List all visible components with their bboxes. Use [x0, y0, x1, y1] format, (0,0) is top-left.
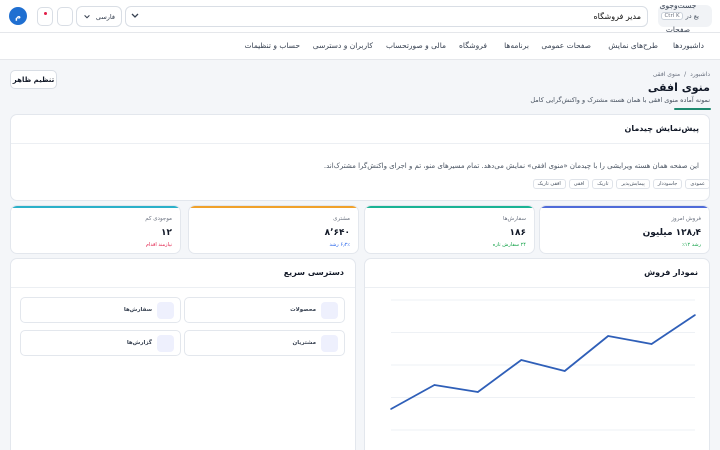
chip-horizontal[interactable]: افقی	[568, 179, 590, 189]
divider	[11, 287, 355, 288]
notifications-button[interactable]	[37, 7, 53, 26]
sales-point	[563, 370, 566, 372]
stat-card-low-stock: موجودی کم ۱۲ نیازمند اقدام	[10, 205, 181, 254]
box-icon	[321, 302, 338, 319]
quick-tile-reports[interactable]: گزارش‌ها	[20, 330, 181, 356]
nav-item-layouts[interactable]: طرح‌های نمایش	[608, 41, 658, 50]
sales-series-line	[390, 314, 696, 410]
sales-line-chart	[390, 299, 696, 431]
stat-sub: ۶٫۲٪ رشد	[329, 242, 350, 248]
nav-item-finance[interactable]: مالی و صورتحساب	[386, 41, 446, 50]
chip-dark[interactable]: تاریک	[592, 179, 614, 189]
stat-label: مشتری	[333, 216, 350, 222]
tile-label: گزارش‌ها	[126, 340, 152, 346]
quick-access-card: دسترسی سریع محصولات سفارش‌ها مشتریان گزا…	[10, 258, 356, 450]
sales-point	[694, 314, 696, 316]
cart-icon	[157, 302, 174, 319]
search-box[interactable]	[125, 6, 648, 27]
nav-item-shop[interactable]: فروشگاه	[459, 41, 487, 50]
notification-dot	[44, 12, 47, 15]
stat-value: ۱۸۶	[509, 228, 526, 238]
sales-point	[477, 391, 479, 393]
nav-item-users[interactable]: کاربران و دسترسی	[313, 41, 373, 50]
appearance-settings-button[interactable]: تنظیم ظاهر	[10, 70, 57, 89]
stat-sub: نیازمند اقدام	[145, 242, 172, 248]
sales-chart-card: نمودار فروش	[364, 258, 710, 450]
sales-point	[390, 408, 392, 410]
nav-item-pages[interactable]: صفحات عمومی	[541, 41, 591, 50]
chevron-down-icon[interactable]	[130, 10, 140, 22]
chevron-down-icon	[84, 14, 90, 19]
chip-vertical[interactable]: عمودی	[685, 179, 710, 189]
preview-description: این صفحه همان هسته ویرایشی را با چیدمان …	[323, 162, 699, 170]
stat-card-sales: فروش امروز ۱۲۸٫۴ میلیون رشد ۱۲٪	[539, 205, 710, 254]
nav-item-apps[interactable]: برنامه‌ها	[504, 41, 529, 50]
search-suggestion[interactable]: جست‌وجوی یع در Ctrl K صفحات	[658, 1, 712, 34]
stat-sub: ۲۴ سفارش تازه	[492, 242, 526, 248]
avatar[interactable]: م	[9, 7, 27, 25]
stat-value: ۱۲۸٫۴ میلیون	[642, 228, 701, 238]
chip-horizontal-dark[interactable]: افقی تاریک	[532, 179, 566, 189]
layout-chips: عمودی جاسوددار پیمایش‌پذیر تاریک افقی اف…	[532, 179, 710, 189]
chip-compact[interactable]: جاسوددار	[652, 179, 683, 189]
stat-label: موجودی کم	[145, 216, 172, 222]
theme-toggle-button[interactable]	[57, 7, 73, 26]
stat-value: ۱۲	[161, 228, 172, 238]
language-select[interactable]: فارسی	[76, 6, 122, 27]
sales-point	[650, 343, 653, 345]
search-input[interactable]	[147, 7, 647, 26]
language-label: فارسی	[95, 12, 115, 21]
stat-accent-bar	[365, 206, 534, 208]
sales-point	[433, 384, 436, 386]
users-icon	[321, 335, 338, 352]
report-icon	[157, 335, 174, 352]
breadcrumb-current: منوی افقی	[652, 71, 681, 78]
sales-chart-title: نمودار فروش	[644, 268, 698, 277]
title-underline	[674, 108, 711, 110]
breadcrumb-separator: /	[684, 71, 687, 78]
tile-label: محصولات	[290, 307, 316, 313]
stat-sub: رشد ۱۲٪	[682, 242, 701, 248]
stat-accent-bar	[540, 206, 709, 208]
quick-tile-customers[interactable]: مشتریان	[184, 330, 345, 356]
stat-label: فروش امروز	[671, 216, 701, 222]
breadcrumb: داشبورد / منوی افقی	[653, 71, 710, 78]
sales-point	[520, 359, 523, 361]
preview-title: پیش‌نمایش چیدمان	[624, 124, 699, 133]
horizontal-nav: داشبوردها طرح‌های نمایش صفحات عمومی برنا…	[0, 33, 720, 60]
quick-tile-products[interactable]: محصولات	[184, 297, 345, 323]
stat-card-orders: سفارش‌ها ۱۸۶ ۲۴ سفارش تازه	[364, 205, 535, 254]
nav-item-account[interactable]: حساب و تنظیمات	[244, 41, 300, 50]
chip-scrollable[interactable]: پیمایش‌پذیر	[616, 179, 650, 189]
search-suggestion-line1: جست‌وجوی	[659, 1, 697, 10]
quick-tile-orders[interactable]: سفارش‌ها	[20, 297, 181, 323]
shortcut-kbd: Ctrl K	[661, 12, 683, 20]
stat-label: سفارش‌ها	[502, 216, 526, 222]
stat-accent-bar	[189, 206, 358, 208]
nav-item-dashboards[interactable]: داشبوردها	[673, 41, 704, 50]
tile-label: سفارش‌ها	[123, 307, 152, 313]
stat-accent-bar	[11, 206, 180, 208]
stat-value: ۸٬۶۴۰	[324, 228, 350, 238]
quick-access-title: دسترسی سریع	[283, 268, 344, 277]
stat-card-customers: مشتری ۸٬۶۴۰ ۶٫۲٪ رشد	[188, 205, 359, 254]
top-bar: جست‌وجوی یع در Ctrl K صفحات فارسی م	[0, 0, 720, 34]
tile-label: مشتریان	[292, 340, 317, 346]
breadcrumb-home[interactable]: داشبورد	[690, 71, 710, 78]
sales-point	[607, 335, 609, 337]
divider	[11, 143, 709, 144]
page-title: منوی افقی	[647, 81, 710, 94]
page-subtitle: نمونه آماده منوی افقی با همان هسته مشترک…	[530, 96, 710, 104]
search-suggestion-line2: یع در	[685, 12, 699, 20]
